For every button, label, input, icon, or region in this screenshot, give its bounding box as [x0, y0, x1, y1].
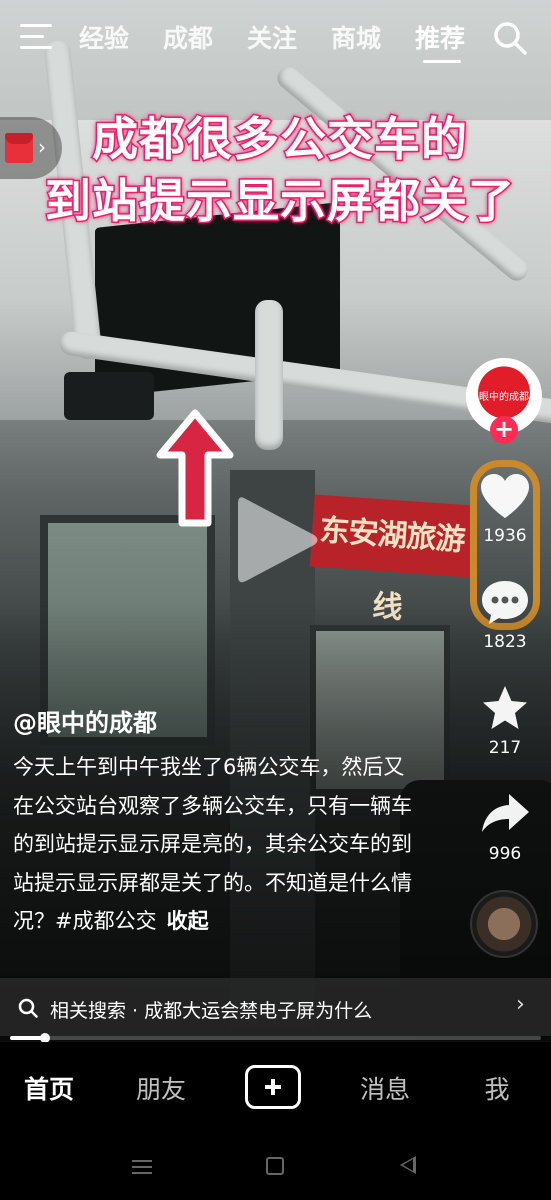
- favorite-count: 217: [488, 738, 522, 758]
- author-name[interactable]: @眼中的成都: [13, 703, 157, 738]
- description-text: 今天上午到中午我坐了6辆公交车，然后又在公交站台观察了多辆公交车，只有一辆车的到…: [13, 755, 412, 933]
- related-search-text: 相关搜索 · 成都大运会禁电子屏为什么: [50, 1000, 373, 1022]
- share-count: 996: [488, 844, 522, 864]
- tab-mall[interactable]: 商城: [331, 22, 381, 56]
- like-button[interactable]: 1936: [476, 472, 534, 546]
- video-title-overlay: 成都很多公交车的 到站提示显示屏都关了: [20, 108, 540, 232]
- top-navigation: 经验 成都 关注 商城 推荐: [0, 0, 551, 80]
- bottom-tab-bar: 首页 朋友 消息 我: [0, 1042, 551, 1132]
- chevron-right-icon: ›: [516, 992, 525, 1017]
- star-icon: [483, 686, 527, 729]
- share-arrow-icon: [482, 794, 529, 832]
- follow-button[interactable]: +: [490, 416, 518, 444]
- video-title-line-1: 成都很多公交车的: [91, 111, 469, 168]
- comment-count: 1823: [483, 632, 527, 652]
- video-description: 今天上午到中午我坐了6辆公交车，然后又在公交站台观察了多辆公交车，只有一辆车的到…: [13, 748, 413, 941]
- handrail: [255, 300, 283, 450]
- route-sign: 东安湖旅游线: [309, 494, 475, 626]
- tab-me[interactable]: 我: [457, 1070, 537, 1106]
- red-envelope-icon: [5, 133, 33, 163]
- system-navigation-bar: [0, 1132, 551, 1200]
- recent-apps-icon[interactable]: [132, 1160, 152, 1174]
- like-count: 1936: [483, 526, 527, 546]
- tab-messages[interactable]: 消息: [345, 1070, 425, 1106]
- chevron-right-icon: ›: [38, 135, 46, 159]
- share-button[interactable]: 996: [476, 790, 534, 864]
- tab-recommended[interactable]: 推荐: [415, 22, 465, 56]
- tab-home[interactable]: 首页: [9, 1070, 89, 1106]
- related-search-bar[interactable]: 相关搜索 · 成都大运会禁电子屏为什么 ›: [0, 978, 551, 1036]
- comment-button[interactable]: 1823: [476, 578, 534, 652]
- create-button[interactable]: [245, 1065, 301, 1109]
- collapse-button[interactable]: 收起: [167, 909, 209, 933]
- home-icon[interactable]: [266, 1157, 284, 1175]
- menu-icon[interactable]: [20, 24, 54, 50]
- play-icon[interactable]: [232, 490, 322, 590]
- tab-experience[interactable]: 经验: [79, 22, 129, 56]
- favorite-button[interactable]: 217: [476, 684, 534, 758]
- avatar-label: 眼中的成都: [479, 392, 529, 403]
- up-arrow-annotation: [156, 409, 234, 527]
- active-tab-indicator: [423, 60, 461, 63]
- heart-icon: [481, 474, 529, 518]
- search-icon[interactable]: [492, 20, 528, 56]
- music-disc-icon[interactable]: [470, 890, 538, 958]
- back-icon[interactable]: [400, 1156, 416, 1174]
- comment-icon: [482, 581, 528, 624]
- video-progress-bar[interactable]: [10, 1033, 541, 1043]
- tab-friends[interactable]: 朋友: [121, 1070, 201, 1106]
- tab-chengdu[interactable]: 成都: [163, 22, 213, 56]
- bus-speaker: [64, 372, 154, 420]
- video-title-line-2: 到站提示显示屏都关了: [44, 173, 516, 230]
- tab-following[interactable]: 关注: [247, 22, 297, 56]
- red-packet-widget[interactable]: ›: [0, 117, 62, 179]
- search-icon: [18, 998, 38, 1018]
